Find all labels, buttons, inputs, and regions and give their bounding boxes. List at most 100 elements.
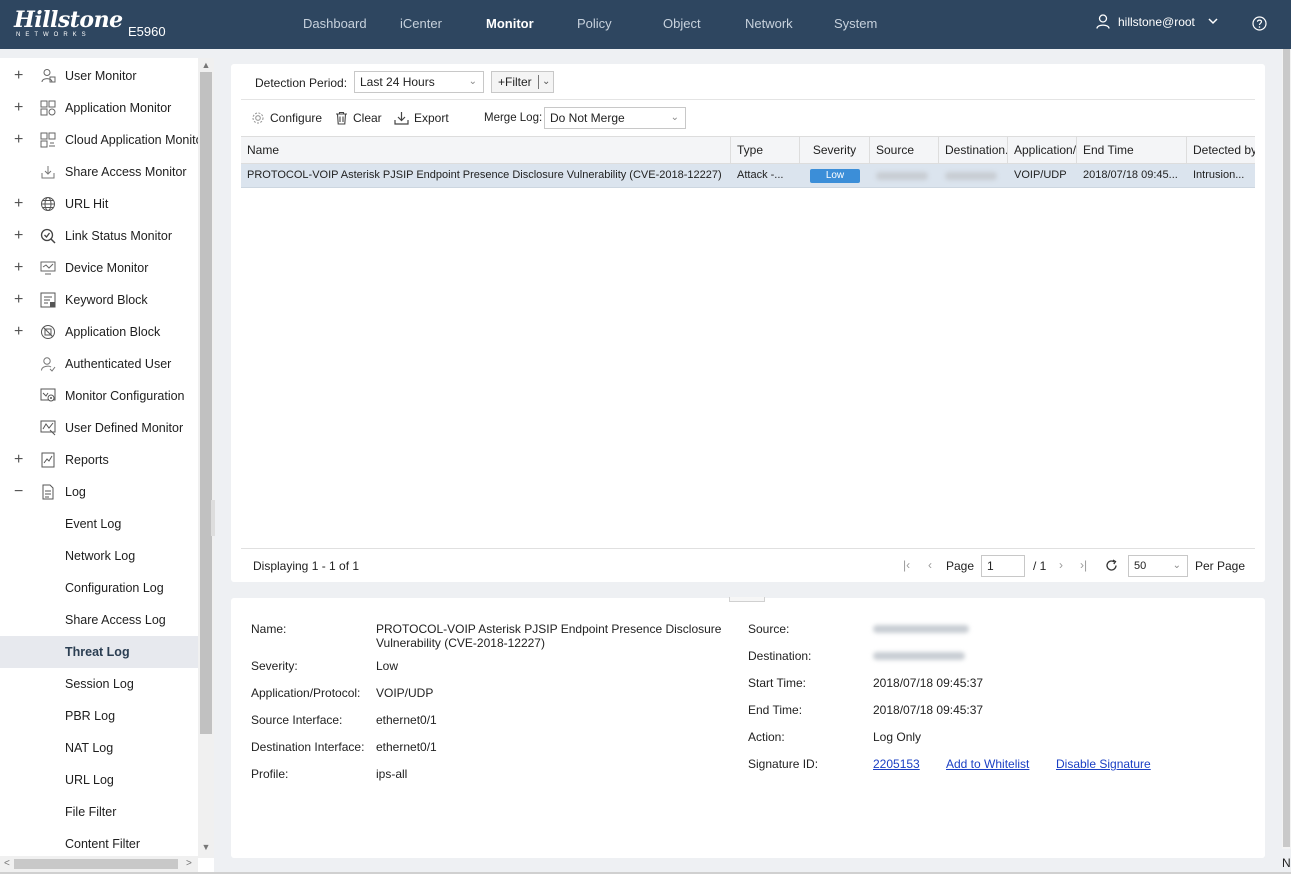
sidebar-item-url-hit[interactable]: + URL Hit xyxy=(0,188,198,220)
expand-icon[interactable]: + xyxy=(14,252,26,284)
page-number-input[interactable]: 1 xyxy=(981,555,1025,577)
chevron-down-icon[interactable] xyxy=(1208,16,1218,26)
corner-text: N xyxy=(1282,856,1291,870)
sidebar-item-label: Application Monitor xyxy=(65,101,172,115)
expand-icon[interactable]: + xyxy=(14,444,26,476)
username: hillstone@root xyxy=(1118,14,1195,29)
column-severity[interactable]: Severity xyxy=(800,137,870,163)
sidebar-item-url-log[interactable]: URL Log xyxy=(0,764,198,796)
user-defined-monitor-icon xyxy=(40,420,56,436)
scroll-right-arrow[interactable]: > xyxy=(186,858,192,869)
filter-button[interactable]: +Filter ⌄ xyxy=(491,71,554,93)
clear-button[interactable]: Clear xyxy=(335,109,382,127)
sidebar-item-nat-log[interactable]: NAT Log xyxy=(0,732,198,764)
page-vertical-scrollbar[interactable] xyxy=(1282,49,1291,849)
sidebar-item-label: Session Log xyxy=(65,677,134,691)
sidebar-item-log[interactable]: − Log xyxy=(0,476,198,508)
configure-button[interactable]: Configure xyxy=(251,109,322,127)
scroll-up-arrow[interactable]: ▲ xyxy=(201,60,211,70)
user-menu[interactable]: hillstone@root xyxy=(1096,14,1218,29)
detection-period-select[interactable]: Last 24 Hours ⌄ xyxy=(354,71,484,93)
sidebar-item-pbr-log[interactable]: PBR Log xyxy=(0,700,198,732)
detail-collapse-handle[interactable] xyxy=(729,597,765,602)
sidebar-item-monitor-configuration[interactable]: Monitor Configuration xyxy=(0,380,198,412)
sidebar-item-event-log[interactable]: Event Log xyxy=(0,508,198,540)
sidebar-item-keyword-block[interactable]: + Keyword Block xyxy=(0,284,198,316)
expand-icon[interactable]: + xyxy=(14,220,26,252)
merge-log-select[interactable]: Do Not Merge ⌄ xyxy=(544,107,686,129)
column-name[interactable]: Name xyxy=(241,137,731,163)
expand-icon[interactable]: + xyxy=(14,92,26,124)
help-icon[interactable] xyxy=(1252,16,1267,31)
nav-system[interactable]: System xyxy=(834,0,877,49)
nav-dashboard[interactable]: Dashboard xyxy=(303,0,367,49)
detection-period-value: Last 24 Hours xyxy=(360,75,435,89)
sidebar-item-user-monitor[interactable]: + User Monitor xyxy=(0,60,198,92)
column-type[interactable]: Type xyxy=(731,137,800,163)
sidebar-item-label: Event Log xyxy=(65,517,122,531)
add-to-whitelist-link[interactable]: Add to Whitelist xyxy=(946,757,1029,771)
detail-name-value: PROTOCOL-VOIP Asterisk PJSIP Endpoint Pr… xyxy=(376,622,736,650)
cell-application: VOIP/UDP xyxy=(1014,169,1067,181)
sidebar-item-reports[interactable]: + Reports xyxy=(0,444,198,476)
column-destination[interactable]: Destination... xyxy=(939,137,1008,163)
sidebar-item-label: Share Access Monitor xyxy=(65,165,187,179)
sidebar-item-threat-log[interactable]: Threat Log xyxy=(0,636,198,668)
last-page-icon[interactable]: ›| xyxy=(1080,558,1087,572)
scroll-thumb[interactable] xyxy=(200,72,212,734)
first-page-icon[interactable]: |‹ xyxy=(903,558,910,572)
sidebar-vertical-scrollbar[interactable]: ▲ ▼ xyxy=(198,58,214,858)
sidebar-item-application-block[interactable]: + Application Block xyxy=(0,316,198,348)
application-block-icon xyxy=(41,325,55,339)
disable-signature-link[interactable]: Disable Signature xyxy=(1056,757,1151,771)
table-row[interactable]: PROTOCOL-VOIP Asterisk PJSIP Endpoint Pr… xyxy=(241,164,1255,188)
sidebar-item-configuration-log[interactable]: Configuration Log xyxy=(0,572,198,604)
sidebar-item-share-access-log[interactable]: Share Access Log xyxy=(0,604,198,636)
per-page-select[interactable]: 50 ⌄ xyxy=(1128,555,1188,577)
expand-icon[interactable]: + xyxy=(14,60,26,92)
sidebar-item-share-access-monitor[interactable]: Share Access Monitor xyxy=(0,156,198,188)
hillstone-logo: Hillstone NETWORKS xyxy=(14,9,123,39)
column-detected-by[interactable]: Detected by xyxy=(1187,137,1255,163)
column-source[interactable]: Source xyxy=(870,137,939,163)
expand-icon[interactable]: + xyxy=(14,316,26,348)
sidebar-item-authenticated-user[interactable]: Authenticated User xyxy=(0,348,198,380)
refresh-icon[interactable] xyxy=(1105,559,1118,572)
sidebar-item-user-defined-monitor[interactable]: User Defined Monitor xyxy=(0,412,198,444)
nav-network[interactable]: Network xyxy=(745,0,793,49)
next-page-icon[interactable]: › xyxy=(1059,558,1063,572)
sidebar-item-file-filter[interactable]: File Filter xyxy=(0,796,198,828)
sidebar-item-label: URL Log xyxy=(65,773,114,787)
hscroll-thumb[interactable] xyxy=(14,859,178,869)
export-button[interactable]: Export xyxy=(394,109,449,127)
sidebar-item-cloud-application-monitor[interactable]: + Cloud Application Monitor xyxy=(0,124,198,156)
nav-icenter[interactable]: iCenter xyxy=(400,0,442,49)
page-scroll-thumb[interactable] xyxy=(1283,49,1290,847)
sidebar-item-session-log[interactable]: Session Log xyxy=(0,668,198,700)
signature-id-link[interactable]: 2205153 xyxy=(873,757,920,771)
chevron-down-icon[interactable]: ⌄ xyxy=(542,72,550,92)
link-status-icon xyxy=(40,228,56,244)
nav-monitor[interactable]: Monitor xyxy=(486,0,534,49)
sidebar-resize-handle[interactable] xyxy=(211,500,215,536)
scroll-down-arrow[interactable]: ▼ xyxy=(201,842,211,852)
per-page-label: Per Page xyxy=(1195,559,1246,573)
sidebar-item-link-status-monitor[interactable]: + Link Status Monitor xyxy=(0,220,198,252)
detail-destination-value-redacted xyxy=(873,649,965,663)
sidebar-item-network-log[interactable]: Network Log xyxy=(0,540,198,572)
prev-page-icon[interactable]: ‹ xyxy=(928,558,932,572)
expand-icon[interactable]: + xyxy=(14,124,26,156)
nav-policy[interactable]: Policy xyxy=(577,0,612,49)
expand-icon[interactable]: + xyxy=(14,188,26,220)
column-end-time[interactable]: End Time xyxy=(1077,137,1187,163)
expand-icon[interactable]: + xyxy=(14,284,26,316)
collapse-icon[interactable]: − xyxy=(14,476,26,508)
scroll-left-arrow[interactable]: < xyxy=(4,858,10,869)
sidebar-horizontal-scrollbar[interactable]: < > xyxy=(0,856,198,872)
detail-severity-label: Severity: xyxy=(251,659,298,673)
filter-separator xyxy=(538,75,539,89)
nav-object[interactable]: Object xyxy=(663,0,701,49)
column-application[interactable]: Application/... xyxy=(1008,137,1077,163)
sidebar-item-application-monitor[interactable]: + Application Monitor xyxy=(0,92,198,124)
sidebar-item-device-monitor[interactable]: + Device Monitor xyxy=(0,252,198,284)
